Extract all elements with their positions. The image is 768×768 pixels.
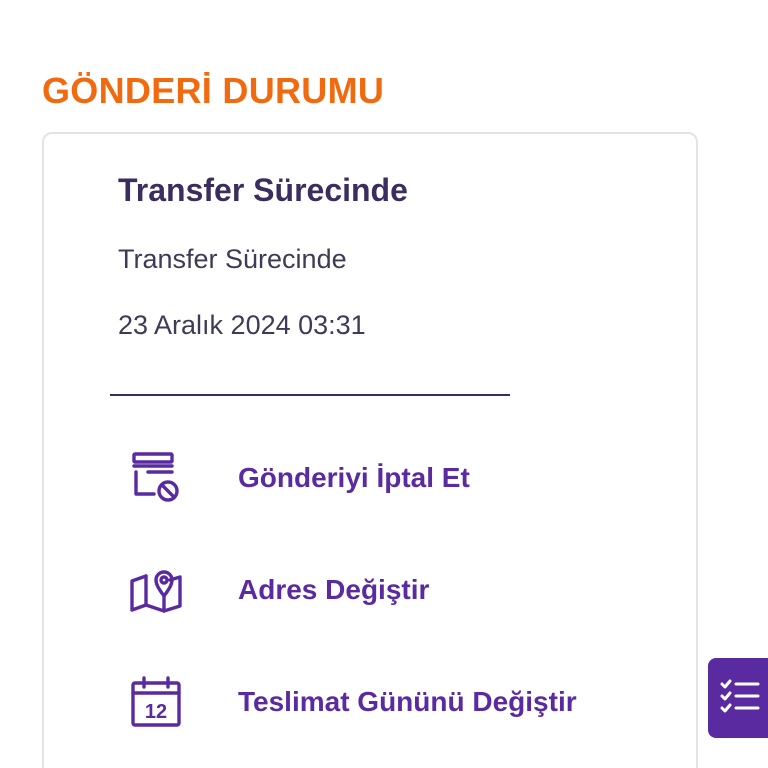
status-datetime: 23 Aralık 2024 03:31 bbox=[118, 310, 366, 340]
change-address-label: Adres Değiştir bbox=[238, 574, 430, 605]
checklist-icon bbox=[718, 674, 762, 723]
change-address-button[interactable]: Adres Değiştir bbox=[128, 562, 429, 618]
divider bbox=[110, 394, 510, 396]
calendar-icon: 12 bbox=[128, 674, 184, 730]
cancel-shipment-label: Gönderiyi İptal Et bbox=[238, 462, 470, 493]
shipment-status-page: GÖNDERİ DURUMU Transfer Sürecinde Transf… bbox=[0, 0, 768, 768]
change-delivery-day-label: Teslimat Gününü Değiştir bbox=[238, 686, 577, 717]
section-title: GÖNDERİ DURUMU bbox=[42, 70, 385, 111]
cancel-shipment-button[interactable]: Gönderiyi İptal Et bbox=[128, 450, 470, 506]
checklist-fab-button[interactable] bbox=[708, 658, 768, 738]
status-card: Transfer Sürecinde Transfer Sürecinde 23… bbox=[42, 132, 698, 768]
status-heading: Transfer Sürecinde bbox=[118, 172, 408, 208]
status-description: Transfer Sürecinde bbox=[118, 244, 347, 274]
map-pin-icon bbox=[128, 562, 184, 618]
calendar-icon-day: 12 bbox=[145, 701, 167, 723]
cancel-shipment-icon bbox=[128, 450, 184, 506]
change-delivery-day-button[interactable]: 12 Teslimat Gününü Değiştir bbox=[128, 674, 577, 730]
